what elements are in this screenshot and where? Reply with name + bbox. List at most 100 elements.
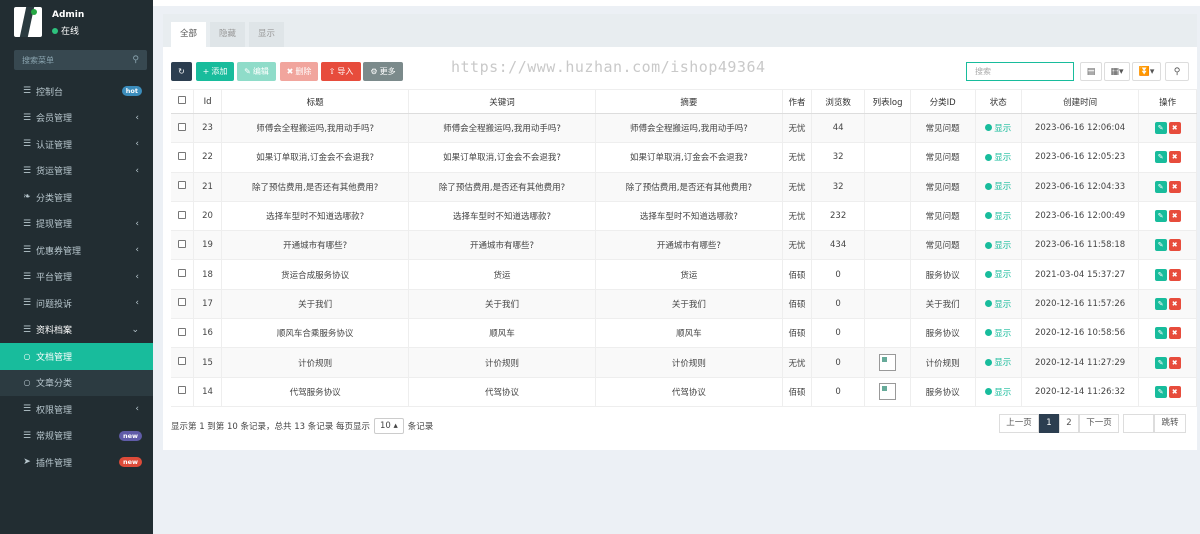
prev-page-button[interactable]: 上一页 — [999, 414, 1039, 433]
sidebar-item-4[interactable]: ❧ 分类管理 — [0, 184, 153, 211]
col-header-id[interactable]: Id — [193, 89, 222, 114]
edit-button[interactable]: ✎ 编辑 — [237, 62, 276, 81]
row-edit-button[interactable]: ✎ — [1154, 151, 1167, 164]
sidebar-search-input[interactable]: 搜索菜单 ⚲ — [14, 50, 147, 70]
table-row[interactable]: 16 顺风车合乘服务协议 顺风车 顺风车 佰硕 0 服务协议 显示 2020-12-16 10:… — [171, 318, 1197, 349]
row-checkbox-cell[interactable] — [171, 113, 195, 144]
table-row[interactable]: 19 开通城市有哪些? 开通城市有哪些? 开通城市有哪些? 无忧 434 常见问题 显示 202… — [171, 230, 1197, 261]
export-button[interactable]: ⏬▾ — [1132, 62, 1161, 81]
tab-all[interactable]: 全部 — [171, 22, 207, 47]
row-delete-button[interactable]: ✖ — [1168, 239, 1181, 252]
row-edit-button[interactable]: ✎ — [1154, 210, 1167, 223]
checkbox[interactable] — [178, 151, 187, 160]
row-checkbox-cell[interactable] — [171, 230, 195, 261]
row-delete-button[interactable]: ✖ — [1168, 385, 1181, 398]
col-header-author[interactable]: 作者 — [782, 89, 812, 114]
row-edit-button[interactable]: ✎ — [1154, 268, 1167, 281]
row-edit-button[interactable]: ✎ — [1154, 356, 1167, 369]
col-header-title[interactable]: 标题 — [221, 89, 410, 114]
advanced-search-button[interactable]: ⚲ — [1165, 62, 1189, 81]
sidebar-item-1[interactable]: ☰ 会员管理 ‹ — [0, 105, 153, 132]
sidebar-item-2[interactable]: ☰ 认证管理 ‹ — [0, 131, 153, 158]
select-all-checkbox[interactable] — [171, 89, 195, 114]
row-checkbox-cell[interactable] — [171, 318, 195, 349]
sidebar-item-13[interactable]: ☰ 常规管理 new — [0, 423, 153, 450]
tab-hidden[interactable]: 隐藏 — [210, 22, 246, 47]
jump-button[interactable]: 跳转 — [1154, 414, 1186, 433]
row-delete-button[interactable]: ✖ — [1168, 151, 1181, 164]
table-row[interactable]: 18 货运合成服务协议 货运 货运 佰硕 0 服务协议 显示 2021-03-04 15:37:… — [171, 259, 1197, 290]
row-edit-button[interactable]: ✎ — [1154, 297, 1167, 310]
sidebar-item-10[interactable]: ○ 文档管理 — [0, 343, 153, 370]
more-button[interactable]: ⚙ 更多 — [363, 62, 403, 81]
page-1-button[interactable]: 1 — [1039, 414, 1059, 433]
sidebar-item-14[interactable]: ➤ 插件管理 new — [0, 449, 153, 476]
col-header-status[interactable]: 状态 — [975, 89, 1022, 114]
row-checkbox-cell[interactable] — [171, 377, 195, 407]
table-row[interactable]: 15 计价规则 计价规则 计价规则 无忧 0 计价规则 显示 2020-12-14 11:27:… — [171, 347, 1197, 378]
row-checkbox-cell[interactable] — [171, 172, 195, 202]
toggle-view-button[interactable]: ▤ — [1080, 62, 1102, 81]
next-page-button[interactable]: 下一页 — [1079, 414, 1119, 433]
sidebar-item-0[interactable]: ☰ 控制台 hot — [0, 78, 153, 105]
row-delete-button[interactable]: ✖ — [1168, 297, 1181, 310]
table-row[interactable]: 22 如果订单取消,订金会不会退我? 如果订单取消,订金会不会退我? 如果订单取消,订… — [171, 142, 1197, 173]
col-header-category[interactable]: 分类ID — [910, 89, 976, 114]
checkbox[interactable] — [178, 239, 187, 248]
checkbox[interactable] — [178, 269, 187, 278]
checkbox[interactable] — [178, 357, 187, 366]
table-search-input[interactable]: 搜索 — [966, 62, 1074, 81]
checkbox[interactable] — [178, 122, 187, 131]
sidebar-item-6[interactable]: ☰ 优惠券管理 ‹ — [0, 237, 153, 264]
row-delete-button[interactable]: ✖ — [1168, 122, 1181, 135]
table-row[interactable]: 21 除了预估费用,是否还有其他费用? 除了预估费用,是否还有其他费用? 除了预估费用… — [171, 172, 1197, 202]
row-delete-button[interactable]: ✖ — [1168, 356, 1181, 369]
table-row[interactable]: 14 代驾服务协议 代驾协议 代驾协议 佰硕 0 服务协议 显示 2020-12-14 11:2… — [171, 377, 1197, 407]
row-checkbox-cell[interactable] — [171, 289, 195, 320]
row-delete-button[interactable]: ✖ — [1168, 327, 1181, 340]
sidebar-item-8[interactable]: ☰ 问题投诉 ‹ — [0, 290, 153, 317]
row-edit-button[interactable]: ✎ — [1154, 327, 1167, 340]
col-header-views[interactable]: 浏览数 — [811, 89, 866, 114]
jump-page-input[interactable] — [1123, 414, 1154, 433]
tab-visible[interactable]: 显示 — [249, 22, 285, 47]
row-checkbox-cell[interactable] — [171, 347, 195, 378]
row-checkbox-cell[interactable] — [171, 201, 195, 232]
col-header-created[interactable]: 创建时间 — [1021, 89, 1140, 114]
checkbox[interactable] — [178, 386, 187, 395]
row-edit-button[interactable]: ✎ — [1154, 239, 1167, 252]
checkbox[interactable] — [178, 327, 187, 336]
sidebar-item-3[interactable]: ☰ 货运管理 ‹ — [0, 158, 153, 185]
row-delete-button[interactable]: ✖ — [1168, 180, 1181, 193]
page-2-button[interactable]: 2 — [1059, 414, 1079, 433]
checkbox[interactable] — [178, 96, 187, 104]
col-header-keywords[interactable]: 关键词 — [408, 89, 596, 114]
add-button[interactable]: + 添加 — [196, 62, 234, 81]
col-header-summary[interactable]: 摘要 — [595, 89, 784, 114]
row-edit-button[interactable]: ✎ — [1154, 180, 1167, 193]
sidebar-item-9[interactable]: ☰ 资料档案 ⌄ — [0, 317, 153, 344]
sidebar-item-7[interactable]: ☰ 平台管理 ‹ — [0, 264, 153, 291]
table-row[interactable]: 20 选择车型时不知道选哪款? 选择车型时不知道选哪款? 选择车型时不知道选哪款? 无忧… — [171, 201, 1197, 232]
import-button[interactable]: ⇧ 导入 — [321, 62, 361, 81]
sidebar-item-12[interactable]: ☰ 权限管理 ‹ — [0, 396, 153, 423]
row-edit-button[interactable]: ✎ — [1154, 385, 1167, 398]
refresh-button[interactable]: ↻ — [171, 62, 192, 81]
row-edit-button[interactable]: ✎ — [1154, 122, 1167, 135]
delete-button[interactable]: ✖ 删除 — [280, 62, 318, 81]
sidebar-item-5[interactable]: ☰ 提现管理 ‹ — [0, 211, 153, 238]
table-row[interactable]: 17 关于我们 关于我们 关于我们 佰硕 0 关于我们 显示 2020-12-16 11:57:… — [171, 289, 1197, 320]
table-row[interactable]: 23 师傅会全程搬运吗,我用动手吗? 师傅会全程搬运吗,我用动手吗? 师傅会全程搬运吗… — [171, 113, 1197, 144]
search-icon[interactable]: ⚲ — [132, 55, 139, 65]
checkbox[interactable] — [178, 210, 187, 219]
col-header-logo[interactable]: 列表log — [864, 89, 911, 114]
row-delete-button[interactable]: ✖ — [1168, 210, 1181, 223]
page-size-select[interactable]: 10 ▴ — [373, 418, 404, 434]
columns-button[interactable]: ▦▾ — [1104, 62, 1130, 81]
row-checkbox-cell[interactable] — [171, 142, 195, 173]
checkbox[interactable] — [178, 298, 187, 307]
row-delete-button[interactable]: ✖ — [1168, 268, 1181, 281]
checkbox[interactable] — [178, 181, 187, 190]
row-checkbox-cell[interactable] — [171, 259, 195, 290]
sidebar-item-11[interactable]: ○ 文章分类 — [0, 369, 153, 396]
